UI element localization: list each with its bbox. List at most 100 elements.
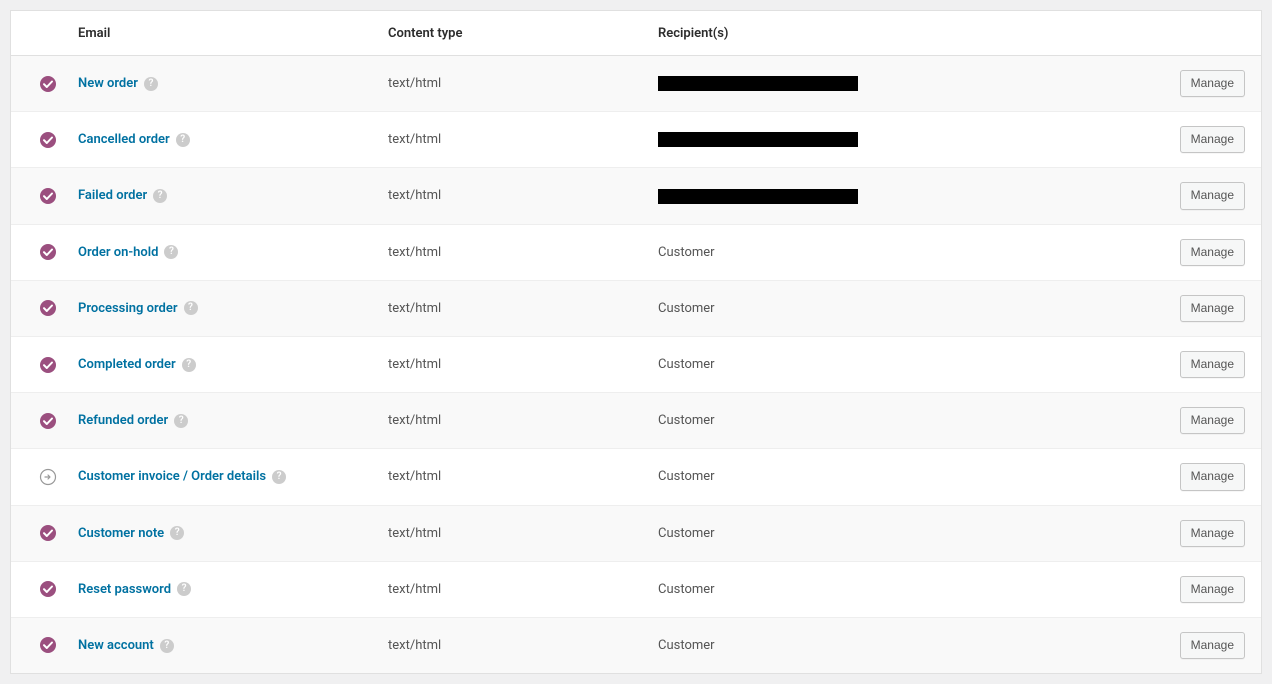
table-row: Processing order?text/htmlCustomerManage bbox=[11, 280, 1261, 336]
recipient-cell: Customer bbox=[646, 393, 1168, 449]
email-notifications-table: Email Content type Recipient(s) New orde… bbox=[11, 11, 1261, 673]
manage-button[interactable]: Manage bbox=[1180, 351, 1245, 378]
recipient-cell: Customer bbox=[646, 505, 1168, 561]
recipient-cell bbox=[646, 168, 1168, 224]
help-icon[interactable]: ? bbox=[153, 189, 167, 203]
manage-button[interactable]: Manage bbox=[1180, 520, 1245, 547]
email-cell: Processing order? bbox=[66, 280, 376, 336]
manage-button[interactable]: Manage bbox=[1180, 239, 1245, 266]
action-cell: Manage bbox=[1168, 168, 1261, 224]
help-icon[interactable]: ? bbox=[184, 301, 198, 315]
email-link[interactable]: Customer invoice / Order details bbox=[78, 469, 266, 484]
table-row: Customer invoice / Order details?text/ht… bbox=[11, 449, 1261, 505]
action-cell: Manage bbox=[1168, 505, 1261, 561]
action-cell: Manage bbox=[1168, 56, 1261, 112]
redacted-recipient bbox=[658, 132, 858, 147]
header-status bbox=[11, 11, 66, 56]
email-cell: Failed order? bbox=[66, 168, 376, 224]
status-enabled-icon[interactable] bbox=[39, 636, 57, 654]
table-row: New order?text/htmlManage bbox=[11, 56, 1261, 112]
content-type-cell: text/html bbox=[376, 617, 646, 673]
status-manual-icon[interactable] bbox=[39, 468, 57, 486]
manage-button[interactable]: Manage bbox=[1180, 70, 1245, 97]
action-cell: Manage bbox=[1168, 449, 1261, 505]
header-recipients: Recipient(s) bbox=[646, 11, 1168, 56]
status-enabled-icon[interactable] bbox=[39, 187, 57, 205]
help-icon[interactable]: ? bbox=[174, 414, 188, 428]
status-cell bbox=[11, 393, 66, 449]
table-row: Order on-hold?text/htmlCustomerManage bbox=[11, 224, 1261, 280]
status-enabled-icon[interactable] bbox=[39, 299, 57, 317]
email-cell: Customer note? bbox=[66, 505, 376, 561]
email-cell: Cancelled order? bbox=[66, 112, 376, 168]
status-enabled-icon[interactable] bbox=[39, 356, 57, 374]
content-type-cell: text/html bbox=[376, 505, 646, 561]
manage-button[interactable]: Manage bbox=[1180, 407, 1245, 434]
help-icon[interactable]: ? bbox=[177, 582, 191, 596]
action-cell: Manage bbox=[1168, 280, 1261, 336]
content-type-cell: text/html bbox=[376, 168, 646, 224]
manage-button[interactable]: Manage bbox=[1180, 182, 1245, 209]
status-enabled-icon[interactable] bbox=[39, 524, 57, 542]
table-row: Customer note?text/htmlCustomerManage bbox=[11, 505, 1261, 561]
help-icon[interactable]: ? bbox=[144, 77, 158, 91]
email-link[interactable]: Failed order bbox=[78, 188, 147, 203]
table-row: Completed order?text/htmlCustomerManage bbox=[11, 336, 1261, 392]
table-row: Cancelled order?text/htmlManage bbox=[11, 112, 1261, 168]
manage-button[interactable]: Manage bbox=[1180, 295, 1245, 322]
email-link[interactable]: New account bbox=[78, 638, 154, 653]
email-cell: Completed order? bbox=[66, 336, 376, 392]
recipient-cell bbox=[646, 56, 1168, 112]
redacted-recipient bbox=[658, 189, 858, 204]
email-link[interactable]: New order bbox=[78, 76, 138, 91]
email-link[interactable]: Refunded order bbox=[78, 413, 168, 428]
help-icon[interactable]: ? bbox=[160, 639, 174, 653]
status-cell bbox=[11, 112, 66, 168]
status-cell bbox=[11, 617, 66, 673]
recipient-cell bbox=[646, 112, 1168, 168]
recipient-cell: Customer bbox=[646, 336, 1168, 392]
status-enabled-icon[interactable] bbox=[39, 412, 57, 430]
manage-button[interactable]: Manage bbox=[1180, 632, 1245, 659]
email-link[interactable]: Completed order bbox=[78, 357, 176, 372]
content-type-cell: text/html bbox=[376, 224, 646, 280]
manage-button[interactable]: Manage bbox=[1180, 126, 1245, 153]
help-icon[interactable]: ? bbox=[164, 245, 178, 259]
email-link[interactable]: Reset password bbox=[78, 582, 171, 597]
content-type-cell: text/html bbox=[376, 112, 646, 168]
recipient-cell: Customer bbox=[646, 561, 1168, 617]
header-email: Email bbox=[66, 11, 376, 56]
action-cell: Manage bbox=[1168, 112, 1261, 168]
help-icon[interactable]: ? bbox=[170, 526, 184, 540]
status-cell bbox=[11, 56, 66, 112]
status-cell bbox=[11, 280, 66, 336]
email-link[interactable]: Order on-hold bbox=[78, 245, 158, 260]
status-enabled-icon[interactable] bbox=[39, 75, 57, 93]
content-type-cell: text/html bbox=[376, 449, 646, 505]
recipient-cell: Customer bbox=[646, 617, 1168, 673]
content-type-cell: text/html bbox=[376, 561, 646, 617]
email-cell: Order on-hold? bbox=[66, 224, 376, 280]
status-cell bbox=[11, 168, 66, 224]
email-cell: New account? bbox=[66, 617, 376, 673]
table-row: New account?text/htmlCustomerManage bbox=[11, 617, 1261, 673]
email-link[interactable]: Cancelled order bbox=[78, 132, 170, 147]
action-cell: Manage bbox=[1168, 617, 1261, 673]
content-type-cell: text/html bbox=[376, 393, 646, 449]
status-cell bbox=[11, 449, 66, 505]
email-cell: Customer invoice / Order details? bbox=[66, 449, 376, 505]
email-link[interactable]: Customer note bbox=[78, 526, 164, 541]
help-icon[interactable]: ? bbox=[182, 358, 196, 372]
status-enabled-icon[interactable] bbox=[39, 580, 57, 598]
content-type-cell: text/html bbox=[376, 280, 646, 336]
help-icon[interactable]: ? bbox=[272, 470, 286, 484]
table-row: Failed order?text/htmlManage bbox=[11, 168, 1261, 224]
manage-button[interactable]: Manage bbox=[1180, 463, 1245, 490]
email-link[interactable]: Processing order bbox=[78, 301, 178, 316]
table-row: Reset password?text/htmlCustomerManage bbox=[11, 561, 1261, 617]
status-enabled-icon[interactable] bbox=[39, 243, 57, 261]
help-icon[interactable]: ? bbox=[176, 133, 190, 147]
status-cell bbox=[11, 224, 66, 280]
status-enabled-icon[interactable] bbox=[39, 131, 57, 149]
content-type-cell: text/html bbox=[376, 336, 646, 392]
